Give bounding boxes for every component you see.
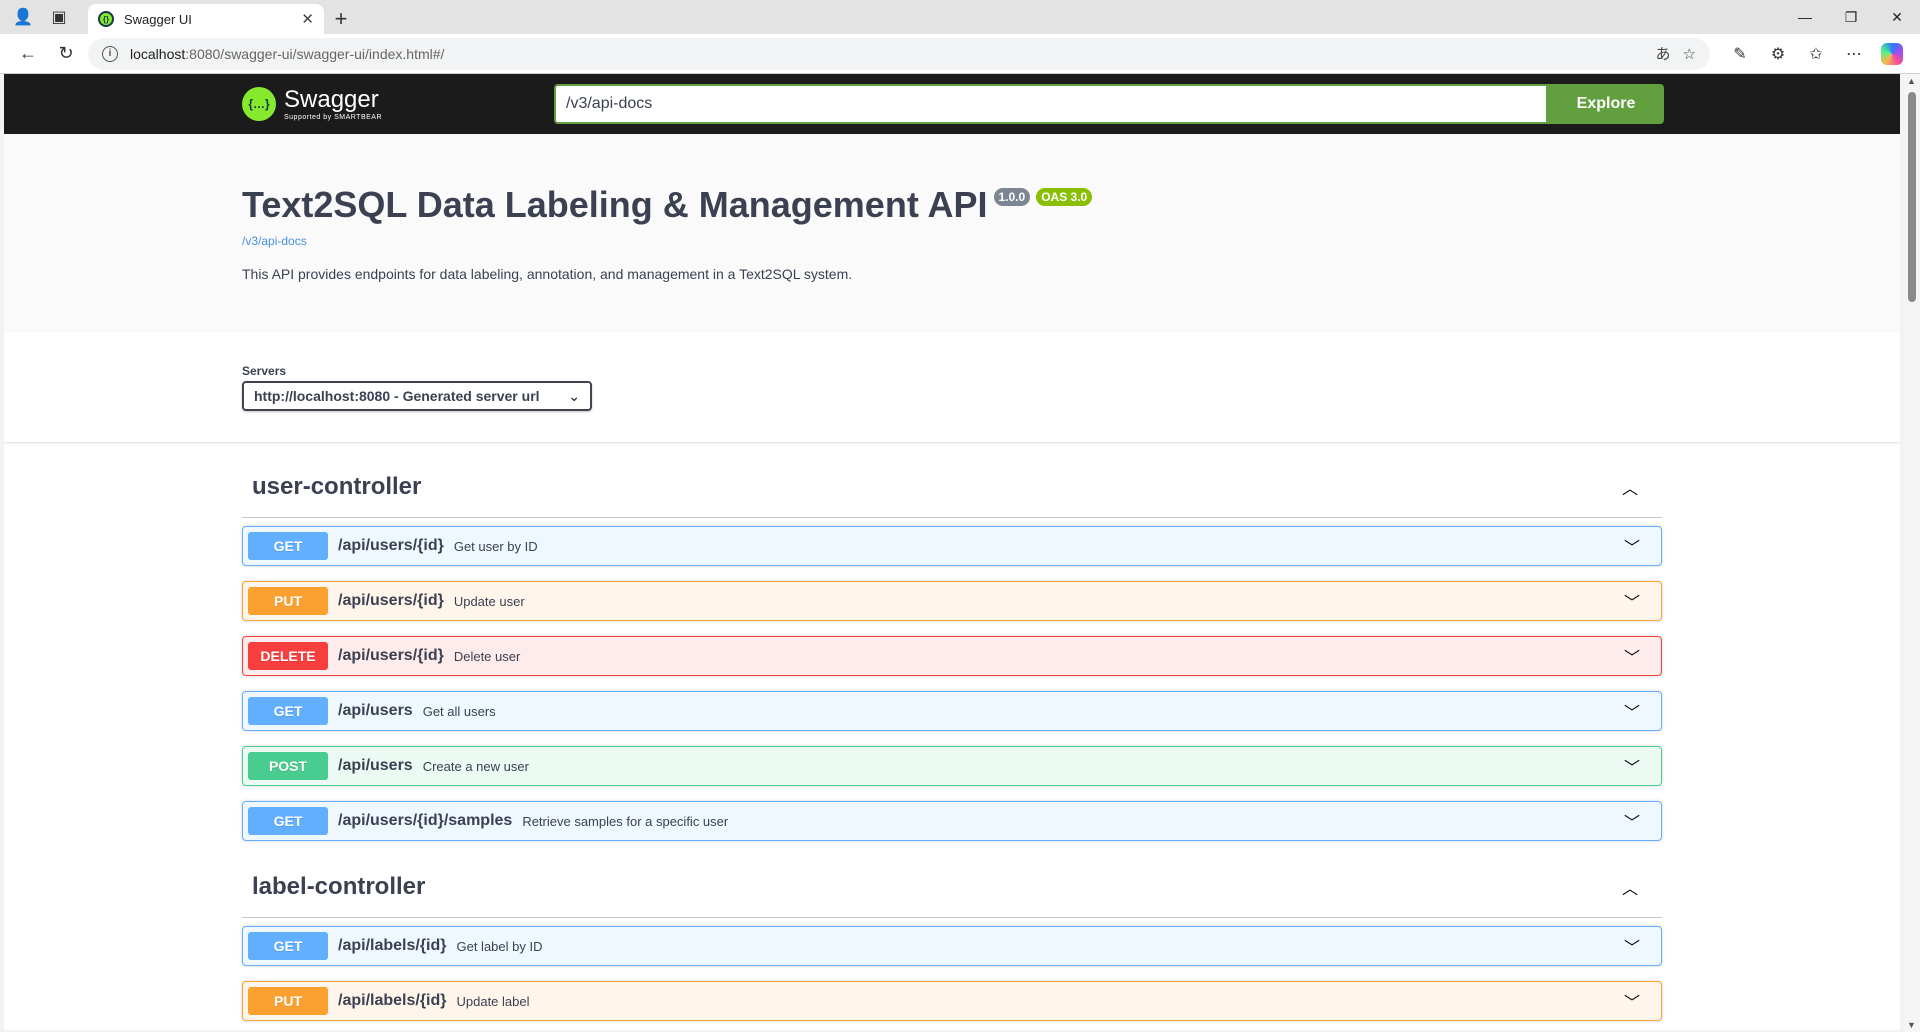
chevron-down-icon[interactable]: ﹀ bbox=[1624, 699, 1640, 723]
http-method-badge: PUT bbox=[248, 587, 328, 615]
scroll-up-icon[interactable]: ▲ bbox=[1907, 76, 1916, 86]
browser-tab-bar: 👤 ▣ {} Swagger UI ✕ + — ❐ ✕ bbox=[0, 0, 1920, 34]
oas-badge: OAS 3.0 bbox=[1036, 188, 1093, 206]
api-description: This API provides endpoints for data lab… bbox=[242, 266, 853, 282]
chevron-down-icon[interactable]: ﹀ bbox=[1624, 589, 1640, 613]
close-window-button[interactable]: ✕ bbox=[1874, 0, 1920, 34]
operation-path: /api/users/{id} bbox=[338, 537, 444, 554]
close-tab-icon[interactable]: ✕ bbox=[301, 10, 314, 28]
window-controls: — ❐ ✕ bbox=[1782, 0, 1920, 34]
api-info: Text2SQL Data Labeling & Management API … bbox=[4, 134, 1900, 332]
chevron-down-icon[interactable]: ﹀ bbox=[1624, 534, 1640, 558]
extension-icon[interactable]: ✎ bbox=[1724, 38, 1756, 70]
explore-form: Explore bbox=[554, 84, 1664, 124]
operation-row[interactable]: GET /api/labels/{id} Get label by ID ﹀ bbox=[242, 926, 1662, 966]
chevron-down-icon[interactable]: ﹀ bbox=[1624, 934, 1640, 958]
spec-url-input[interactable] bbox=[554, 84, 1548, 124]
http-method-badge: PUT bbox=[248, 987, 328, 1015]
translate-icon[interactable]: あ bbox=[1656, 43, 1671, 64]
operation-summary: Get label by ID bbox=[456, 938, 543, 954]
url-text: localhost:8080/swagger-ui/swagger-ui/ind… bbox=[130, 45, 445, 62]
operation-summary: Update user bbox=[453, 593, 525, 609]
new-tab-button[interactable]: + bbox=[324, 4, 358, 34]
http-method-badge: GET bbox=[248, 807, 328, 835]
chevron-down-icon[interactable]: ﹀ bbox=[1624, 644, 1640, 668]
favorites-icon[interactable]: ✩ bbox=[1800, 38, 1832, 70]
server-selected-value: http://localhost:8080 - Generated server… bbox=[254, 388, 540, 404]
operation-summary: Update label bbox=[456, 993, 530, 1009]
operation-path: /api/users/{id}/samples bbox=[338, 812, 513, 829]
operation-row[interactable]: DELETE /api/users/{id} Delete user ﹀ bbox=[242, 636, 1662, 676]
address-bar: ← ↻ i localhost:8080/swagger-ui/swagger-… bbox=[0, 34, 1920, 74]
minimize-button[interactable]: — bbox=[1782, 0, 1828, 34]
spec-link[interactable]: /v3/api-docs bbox=[242, 234, 1900, 248]
site-info-icon[interactable]: i bbox=[102, 45, 118, 62]
operation-summary: Create a new user bbox=[422, 758, 529, 774]
explore-button[interactable]: Explore bbox=[1548, 84, 1664, 124]
operation-path: /api/users bbox=[338, 702, 413, 719]
favorite-star-icon[interactable]: ☆ bbox=[1683, 45, 1696, 63]
back-button[interactable]: ← bbox=[12, 38, 44, 70]
operation-row[interactable]: GET /api/users Get all users ﹀ bbox=[242, 691, 1662, 731]
brand-sub: Supported by SMARTBEAR bbox=[284, 113, 383, 121]
brand-text: Swagger Supported by SMARTBEAR bbox=[284, 85, 383, 121]
page-scrollbar[interactable]: ▲ ▼ bbox=[1904, 74, 1920, 1032]
http-method-badge: POST bbox=[248, 752, 328, 780]
extensions-puzzle-icon[interactable]: ⚙ bbox=[1762, 38, 1794, 70]
scroll-down-icon[interactable]: ▼ bbox=[1907, 1020, 1916, 1030]
swagger-topbar: {…} Swagger Supported by SMARTBEAR Explo… bbox=[4, 74, 1900, 134]
operations-list: user-controller ︿ GET /api/users/{id} Get… bbox=[4, 442, 1900, 1030]
operation-row[interactable]: PUT /api/users/{id} Update user ﹀ bbox=[242, 581, 1662, 621]
operation-path: /api/users/{id} bbox=[338, 592, 444, 609]
operation-summary: Get all users bbox=[422, 703, 496, 719]
operation-row[interactable]: PUT /api/labels/{id} Update label ﹀ bbox=[242, 981, 1662, 1021]
api-title-row: Text2SQL Data Labeling & Management API … bbox=[242, 184, 1900, 226]
tag-name: user-controller bbox=[252, 472, 422, 500]
chevron-down-icon: ⌄ bbox=[568, 387, 580, 404]
http-method-badge: GET bbox=[248, 532, 328, 560]
http-method-badge: GET bbox=[248, 697, 328, 725]
tag-section-header[interactable]: user-controller ︿ bbox=[242, 456, 1662, 518]
operation-row[interactable]: GET /api/users/{id} Get user by ID ﹀ bbox=[242, 526, 1662, 566]
version-badge: 1.0.0 bbox=[993, 188, 1031, 206]
chevron-down-icon[interactable]: ﹀ bbox=[1624, 989, 1640, 1013]
operation-row[interactable]: GET /api/users/{id}/samples Retrieve sam… bbox=[242, 801, 1662, 841]
servers-label: Servers bbox=[242, 364, 287, 378]
servers-section: Servers http://localhost:8080 - Generate… bbox=[4, 332, 1900, 442]
chevron-up-icon[interactable]: ︿ bbox=[1622, 875, 1638, 899]
operation-summary: Get user by ID bbox=[453, 538, 538, 554]
copilot-icon[interactable] bbox=[1876, 38, 1908, 70]
brand-name: Swagger bbox=[284, 85, 379, 113]
page-viewport: {…} Swagger Supported by SMARTBEAR Explo… bbox=[4, 74, 1900, 1030]
tab-bar-left: 👤 ▣ bbox=[0, 0, 88, 34]
chevron-down-icon[interactable]: ﹀ bbox=[1624, 754, 1640, 778]
restore-button[interactable]: ❐ bbox=[1828, 0, 1874, 34]
server-select[interactable]: http://localhost:8080 - Generated server… bbox=[242, 381, 592, 411]
operation-summary: Retrieve samples for a specific user bbox=[522, 813, 729, 829]
tag-section-header[interactable]: label-controller ︿ bbox=[242, 856, 1662, 918]
profile-icon[interactable]: 👤 bbox=[12, 6, 34, 28]
http-method-badge: GET bbox=[248, 932, 328, 960]
url-field[interactable]: i localhost:8080/swagger-ui/swagger-ui/i… bbox=[88, 37, 1710, 70]
chevron-down-icon[interactable]: ﹀ bbox=[1624, 809, 1640, 833]
operation-row[interactable]: POST /api/users Create a new user ﹀ bbox=[242, 746, 1662, 786]
browser-tab[interactable]: {} Swagger UI ✕ bbox=[88, 4, 324, 34]
chevron-up-icon[interactable]: ︿ bbox=[1622, 475, 1638, 499]
operation-summary: Delete user bbox=[453, 648, 521, 664]
swagger-brand[interactable]: {…} Swagger Supported by SMARTBEAR bbox=[242, 87, 554, 121]
operation-path: /api/labels/{id} bbox=[338, 937, 447, 954]
more-options-icon[interactable]: ⋯ bbox=[1838, 38, 1870, 70]
page-title: Text2SQL Data Labeling & Management API bbox=[242, 184, 988, 225]
tag-name: label-controller bbox=[252, 872, 426, 900]
operation-path: /api/users/{id} bbox=[338, 647, 444, 664]
tab-title: Swagger UI bbox=[124, 11, 192, 27]
refresh-button[interactable]: ↻ bbox=[50, 38, 82, 70]
scrollbar-thumb[interactable] bbox=[1908, 92, 1916, 302]
tab-actions-icon[interactable]: ▣ bbox=[48, 6, 70, 28]
swagger-logo-icon: {…} bbox=[242, 87, 276, 121]
operation-path: /api/labels/{id} bbox=[338, 992, 447, 1009]
swagger-favicon-icon: {} bbox=[98, 11, 114, 27]
operation-path: /api/users bbox=[338, 757, 413, 774]
http-method-badge: DELETE bbox=[248, 642, 328, 670]
